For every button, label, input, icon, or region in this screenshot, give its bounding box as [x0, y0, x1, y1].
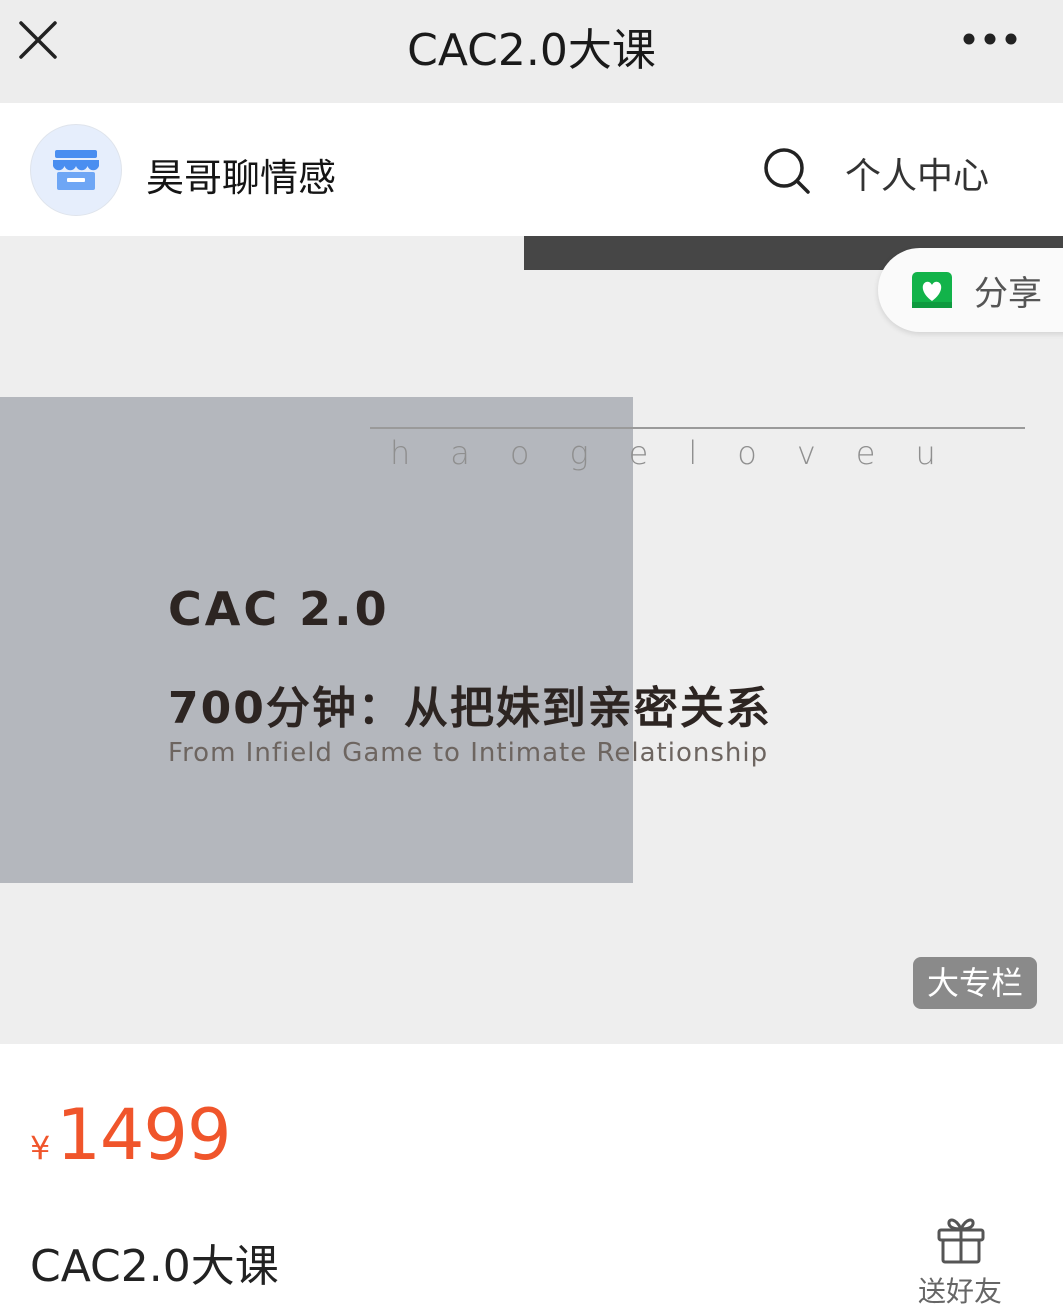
- profile-center-link[interactable]: 个人中心: [845, 147, 989, 199]
- currency-symbol: ¥: [30, 1129, 51, 1167]
- cover-english-subtitle: From Infield Game to Intimate Relationsh…: [168, 738, 769, 768]
- price-value: 1499: [56, 1094, 231, 1176]
- close-button[interactable]: [14, 16, 62, 64]
- column-badge: 大专栏: [913, 957, 1037, 1009]
- wechat-favorite-icon: [912, 272, 952, 308]
- shop-avatar[interactable]: [30, 124, 122, 216]
- search-button[interactable]: [758, 143, 814, 199]
- gift-to-friend-button[interactable]: 送好友: [910, 1212, 1010, 1316]
- storefront-icon: [53, 150, 99, 190]
- price: ¥ 1499: [30, 1094, 232, 1176]
- search-icon: [764, 148, 810, 194]
- course-cover: haogeloveu CAC 2.0 700分钟：从把妹到亲密关系 From I…: [0, 236, 1063, 1044]
- top-navigation-bar: CAC2.0大课: [0, 0, 1063, 103]
- shop-name[interactable]: 昊哥聊情感: [146, 147, 336, 202]
- page-title: CAC2.0大课: [407, 25, 656, 76]
- product-title: CAC2.0大课: [30, 1241, 279, 1292]
- gift-label: 送好友: [917, 1275, 1002, 1308]
- cover-decor-line: [370, 427, 1025, 429]
- more-options-button[interactable]: [955, 22, 1025, 56]
- cover-title: CAC 2.0: [168, 582, 390, 636]
- cover-subtitle: 700分钟：从把妹到亲密关系: [168, 683, 772, 734]
- close-icon: [19, 21, 57, 59]
- more-horizontal-icon: [963, 33, 1017, 45]
- share-button[interactable]: 分享: [878, 248, 1063, 332]
- share-label: 分享: [974, 273, 1042, 314]
- cover-brand-text: haogeloveu: [390, 434, 976, 472]
- shop-header: 昊哥聊情感 个人中心: [0, 103, 1063, 236]
- gift-icon: [937, 1218, 985, 1264]
